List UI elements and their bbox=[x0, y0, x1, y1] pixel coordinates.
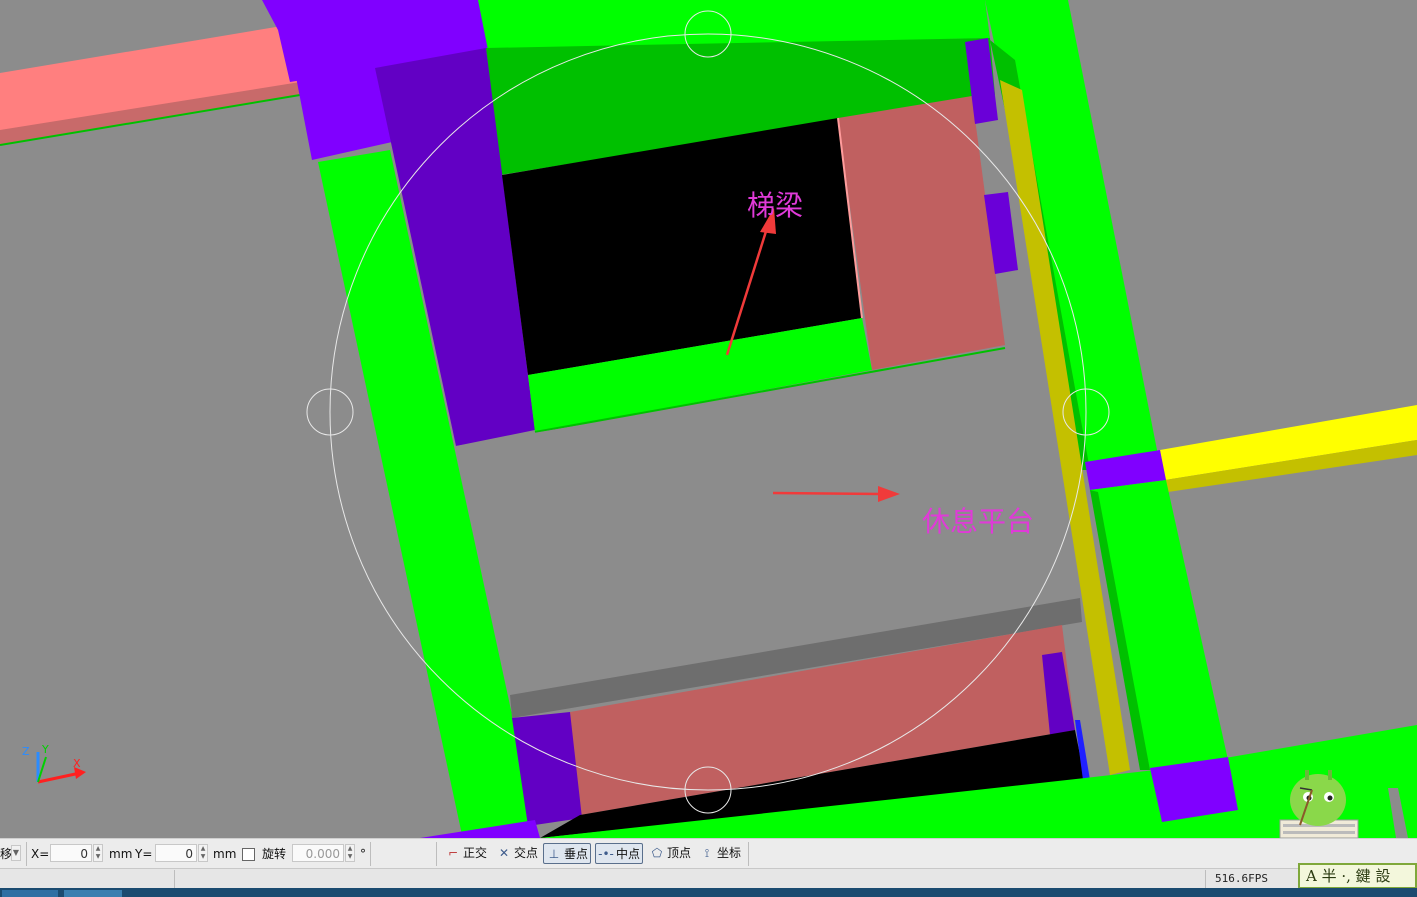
ime-status[interactable]: A 半 ·, 鍵 設 bbox=[1298, 863, 1417, 889]
taskbar-button-1[interactable] bbox=[2, 890, 58, 897]
snap-perpendicular-toggle[interactable]: ⊥ 垂点 bbox=[543, 843, 592, 864]
snap-coordinate-toggle[interactable]: ⟟ 坐标 bbox=[697, 843, 743, 864]
x-spinner[interactable]: ▲ ▼ bbox=[93, 844, 103, 862]
taskbar-button-2[interactable] bbox=[64, 890, 122, 897]
axis-label-z: Z bbox=[22, 745, 30, 758]
rotate-unit: ° bbox=[360, 847, 366, 861]
axis-label-x: X bbox=[73, 757, 81, 770]
y-input[interactable]: 0 bbox=[155, 844, 197, 862]
move-dropdown-button[interactable]: ▼ bbox=[11, 845, 21, 861]
snap-vertex-toggle[interactable]: ⬠ 顶点 bbox=[647, 843, 693, 864]
rotate-input[interactable]: 0.000 bbox=[292, 844, 344, 862]
rotate-checkbox[interactable] bbox=[242, 848, 255, 861]
annotation-landing: 休息平台 bbox=[922, 505, 1035, 538]
axis-label-y: Y bbox=[42, 743, 49, 756]
annotation-stair-beam: 梯梁 bbox=[747, 189, 804, 222]
intersection-icon: ✕ bbox=[498, 846, 510, 860]
x-unit: mm bbox=[109, 847, 133, 861]
y-label: Y= bbox=[135, 847, 153, 861]
vertex-icon: ⬠ bbox=[651, 846, 663, 860]
midpoint-icon: -•- bbox=[598, 847, 614, 861]
snap-intersection-toggle[interactable]: ✕ 交点 bbox=[494, 843, 540, 864]
y-spinner[interactable]: ▲ ▼ bbox=[198, 844, 208, 862]
bottom-toolbar: 移 ▼ X= 0 ▲ ▼ mm Y= 0 ▲ ▼ mm 旋转 0.000 ▲ ▼ ° … bbox=[0, 838, 1417, 869]
snap-orthogonal-toggle[interactable]: ⌐ 正交 bbox=[443, 843, 489, 864]
rotate-spinner[interactable]: ▲ ▼ bbox=[345, 844, 355, 862]
coordinate-icon: ⟟ bbox=[704, 846, 710, 860]
y-unit: mm bbox=[213, 847, 237, 861]
status-bar: 516.6FPS A 半 ·, 鍵 設 bbox=[0, 863, 1417, 889]
taskbar bbox=[0, 888, 1417, 897]
fps-readout: 516.6FPS bbox=[1215, 872, 1268, 885]
x-label: X= bbox=[31, 847, 50, 861]
3d-model-viewport[interactable]: 梯梁 休息平台 Z Y X bbox=[0, 0, 1417, 838]
x-input[interactable]: 0 bbox=[50, 844, 92, 862]
rotate-label: 旋转 bbox=[262, 847, 287, 861]
orthogonal-icon: ⌐ bbox=[447, 846, 459, 860]
snap-midpoint-toggle[interactable]: -•- 中点 bbox=[595, 843, 644, 864]
perpendicular-icon: ⊥ bbox=[548, 847, 560, 861]
